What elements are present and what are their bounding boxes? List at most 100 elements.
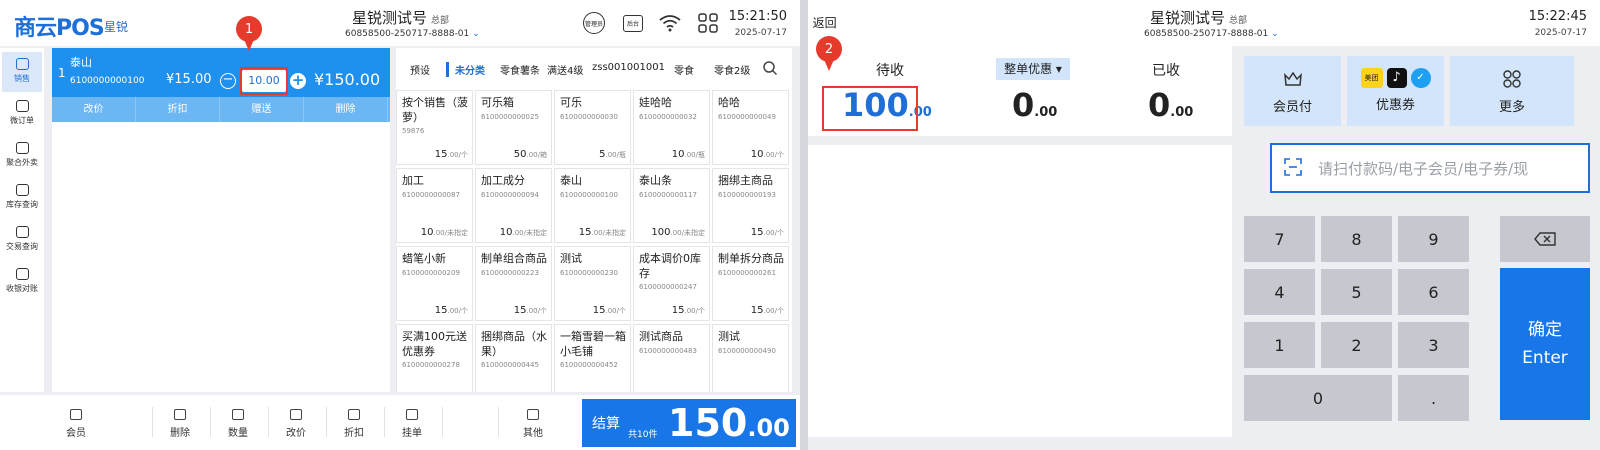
sidebar-item-1[interactable]: 微订单 bbox=[2, 94, 42, 134]
keypad-key-3[interactable]: 3 bbox=[1398, 322, 1469, 368]
more-pay-button[interactable]: 更多 bbox=[1450, 56, 1574, 126]
toolbar-separator bbox=[152, 407, 153, 437]
store-title: 星锐测试号 总部 bbox=[352, 7, 449, 28]
product-code: 6100000000049 bbox=[718, 113, 776, 121]
category-tab-0[interactable]: 预设 bbox=[410, 62, 430, 77]
product-tile[interactable]: 捆绑主商品 6100000000193 15.00/个 bbox=[712, 168, 789, 243]
product-price-int: 15 bbox=[578, 227, 592, 238]
qty-decrease-button[interactable]: − bbox=[220, 73, 236, 89]
product-tile[interactable]: 成本调价0库存 6100000000247 15.00/个 bbox=[633, 246, 710, 321]
category-tab-4[interactable]: zss001001001 bbox=[592, 62, 665, 73]
product-tile[interactable]: 哈哈 6100000000049 10.00/个 bbox=[712, 90, 789, 165]
category-tab-6[interactable]: 零食2级 bbox=[714, 62, 750, 77]
toolbar-member-button[interactable]: 会员 bbox=[56, 409, 96, 439]
sales-screen: 商云POS 星锐 星锐测试号 总部 60858500-250717-8888-01… bbox=[0, 0, 800, 450]
product-price-unit: /箱 bbox=[537, 151, 547, 159]
order-discount-label: 整单优惠 bbox=[1004, 62, 1053, 76]
toolbar-discount-button[interactable]: 折扣 bbox=[334, 409, 374, 439]
sidebar-item-0[interactable]: 销售 bbox=[2, 52, 42, 92]
backspace-icon bbox=[1534, 232, 1556, 246]
toolbar-delete-button[interactable]: 删除 bbox=[160, 409, 200, 439]
cart-op-3[interactable]: 删除 bbox=[304, 97, 388, 122]
product-tile[interactable]: 加工 6100000000087 10.00/未指定 bbox=[396, 168, 473, 243]
toolbar-hold-order-button[interactable]: 挂单 bbox=[392, 409, 432, 439]
product-name: 成本调价0库存 bbox=[639, 252, 701, 280]
product-tile[interactable]: 蜡笔小新 6100000000209 15.00/个 bbox=[396, 246, 473, 321]
product-tile[interactable]: 娃哈哈 6100000000032 10.00/瓶 bbox=[633, 90, 710, 165]
sidebar-item-5[interactable]: 收银对账 bbox=[2, 262, 42, 302]
app-logo-sub: 星锐 bbox=[104, 20, 129, 34]
product-tile[interactable]: 制单组合商品 6100000000223 15.00/个 bbox=[475, 246, 552, 321]
keypad-key-8[interactable]: 8 bbox=[1321, 216, 1392, 262]
product-price-unit: /个 bbox=[537, 307, 547, 315]
apps-grid-icon[interactable] bbox=[696, 12, 720, 34]
product-tile[interactable]: 制单拆分商品 6100000000261 15.00/个 bbox=[712, 246, 789, 321]
product-tile[interactable]: 可乐箱 6100000000025 50.00/箱 bbox=[475, 90, 552, 165]
product-name: 捆绑主商品 bbox=[718, 174, 773, 187]
product-tile[interactable]: 测试 6100000000230 15.00/个 bbox=[554, 246, 631, 321]
order-discount-dropdown[interactable]: 整单优惠 ▾ bbox=[996, 58, 1070, 80]
search-icon[interactable] bbox=[762, 60, 778, 80]
product-tile[interactable]: 捆绑商品（水果） 6100000000445 bbox=[475, 324, 552, 392]
sidebar-item-2[interactable]: 聚合外卖 bbox=[2, 136, 42, 176]
delete-icon bbox=[174, 409, 186, 420]
cart-op-2[interactable]: 赠送 bbox=[220, 97, 304, 122]
backspace-key[interactable] bbox=[1500, 216, 1590, 262]
product-code: 6100000000209 bbox=[402, 269, 460, 277]
sidebar-item-3[interactable]: 库存查询 bbox=[2, 178, 42, 218]
product-price-decimal: .00 bbox=[526, 151, 538, 159]
product-tile[interactable]: 按个销售（菠萝） 59876 15.00/个 bbox=[396, 90, 473, 165]
received-decimal: .00 bbox=[1170, 105, 1194, 120]
keypad-key-5[interactable]: 5 bbox=[1321, 269, 1392, 315]
store-id-selector[interactable]: 60858500-250717-8888-01 ⌄ bbox=[345, 29, 480, 39]
category-tab-1[interactable]: 未分类 bbox=[446, 62, 485, 77]
product-tile[interactable]: 泰山 6100000000100 15.00/未指定 bbox=[554, 168, 631, 243]
product-tile[interactable]: 测试商品 6100000000483 bbox=[633, 324, 710, 392]
product-tile[interactable]: 测试 6100000000490 bbox=[712, 324, 789, 392]
category-tab-2[interactable]: 零食薯条 bbox=[500, 62, 540, 77]
toolbar-quantity-button[interactable]: 数量 bbox=[218, 409, 258, 439]
keypad-key-0[interactable]: 0 bbox=[1244, 375, 1392, 421]
keypad-key-7[interactable]: 7 bbox=[1244, 216, 1315, 262]
category-tab-5[interactable]: 零食 bbox=[674, 62, 694, 77]
sidebar-item-label: 聚合外卖 bbox=[6, 158, 38, 167]
keypad-key-6[interactable]: 6 bbox=[1398, 269, 1469, 315]
product-tile[interactable]: 买满100元送优惠券 6100000000278 bbox=[396, 324, 473, 392]
cart-op-0[interactable]: 改价 bbox=[52, 97, 136, 122]
discount-icon bbox=[348, 409, 360, 420]
product-name: 娃哈哈 bbox=[639, 96, 672, 109]
product-name: 按个销售（菠萝） bbox=[402, 96, 468, 124]
member-pay-button[interactable]: 会员付 bbox=[1244, 56, 1341, 126]
back-button[interactable]: ‹ 返回 bbox=[808, 14, 837, 31]
keypad-key-9[interactable]: 9 bbox=[1398, 216, 1469, 262]
toolbar-more-button[interactable]: 其他 bbox=[513, 409, 553, 439]
confirm-enter-key[interactable]: 确定 Enter bbox=[1500, 268, 1590, 420]
toolbar-price-change-button[interactable]: 改价 bbox=[276, 409, 316, 439]
keypad-key-1[interactable]: 1 bbox=[1244, 322, 1315, 368]
sidebar-item-4[interactable]: 交易查询 bbox=[2, 220, 42, 260]
product-price-decimal: .00 bbox=[763, 229, 775, 237]
backoffice-icon[interactable]: 后台 bbox=[621, 12, 645, 34]
product-tile[interactable]: 泰山条 6100000000117 100.00/未指定 bbox=[633, 168, 710, 243]
payment-code-input[interactable]: 请扫付款码/电子会员/电子券/现 bbox=[1270, 143, 1590, 193]
store-id-selector[interactable]: 60858500-250717-8888-01 ⌄ bbox=[1144, 29, 1279, 39]
more-grid-icon bbox=[1503, 70, 1521, 88]
manager-icon[interactable]: 管理员 bbox=[582, 12, 606, 34]
cart-op-1[interactable]: 折扣 bbox=[136, 97, 220, 122]
product-name: 可乐箱 bbox=[481, 96, 514, 109]
category-tab-3[interactable]: 满送4级 bbox=[547, 62, 583, 77]
cart-line[interactable]: 1 泰山 6100000000100 ¥15.00 − 10.00 + ¥150… bbox=[52, 48, 390, 97]
hold-order-icon bbox=[406, 409, 418, 420]
toolbar-separator bbox=[498, 407, 499, 437]
keypad-key-2[interactable]: 2 bbox=[1321, 322, 1392, 368]
product-tile[interactable]: 一箱雪碧一箱小毛铺 6100000000452 bbox=[554, 324, 631, 392]
keypad-key-dot[interactable]: . bbox=[1398, 375, 1469, 421]
qty-increase-button[interactable]: + bbox=[290, 73, 306, 89]
product-price: 15.00/个 bbox=[672, 305, 705, 316]
product-tile[interactable]: 可乐 6100000000030 5.00/瓶 bbox=[554, 90, 631, 165]
checkout-button[interactable]: 结算 共10件 150.00 bbox=[582, 399, 796, 447]
order-discount-value: 0.00 bbox=[1012, 86, 1057, 124]
coupon-button[interactable]: 美团 ♪ ✓ 优惠券 bbox=[1347, 56, 1444, 126]
keypad-key-4[interactable]: 4 bbox=[1244, 269, 1315, 315]
product-tile[interactable]: 加工成分 6100000000094 10.00/未指定 bbox=[475, 168, 552, 243]
